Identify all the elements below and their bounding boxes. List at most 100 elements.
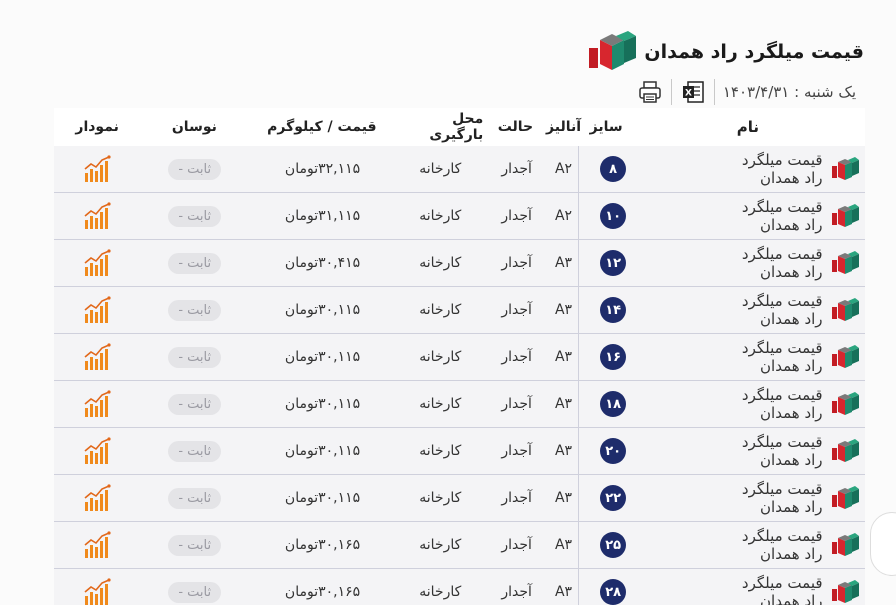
state-value: آجدار [501, 255, 532, 271]
bar-chart-icon[interactable] [83, 249, 111, 277]
price-cell: ۳۰,۱۶۵تومان [249, 522, 396, 568]
place-value: کارخانه [419, 302, 462, 318]
table-row[interactable]: قیمت میلگرد راد همدان ۲۵ A۳ آجدار کارخان… [54, 522, 865, 569]
trend-badge: ثابت - [168, 205, 222, 227]
size-cell: ۲۲ [578, 475, 632, 521]
bar-chart-icon[interactable] [83, 155, 111, 183]
product-icon-cell [825, 569, 865, 605]
bar-chart-icon[interactable] [83, 484, 111, 512]
size-cell: ۱۸ [578, 381, 632, 427]
state-value: آجدار [501, 537, 532, 553]
product-icon-cell [825, 428, 865, 474]
price-cell: ۳۰,۱۶۵تومان [249, 569, 396, 605]
table-row[interactable]: قیمت میلگرد راد همدان ۱۴ A۳ آجدار کارخان… [54, 287, 865, 334]
chart-cell[interactable] [54, 287, 140, 333]
price-cell: ۳۰,۱۱۵تومان [249, 475, 396, 521]
chart-cell[interactable] [54, 428, 140, 474]
size-badge: ۱۰ [600, 203, 627, 229]
size-badge: ۲۸ [600, 579, 627, 605]
product-name[interactable]: قیمت میلگرد راد همدان [720, 522, 825, 568]
product-name[interactable]: قیمت میلگرد راد همدان [720, 569, 825, 605]
size-badge: ۲۵ [600, 532, 627, 558]
price-value: ۳۰,۱۱۵تومان [284, 396, 361, 412]
place-value: کارخانه [419, 537, 462, 553]
print-button[interactable] [637, 79, 663, 105]
chart-cell[interactable] [54, 381, 140, 427]
bar-chart-icon[interactable] [83, 296, 111, 324]
chart-cell[interactable] [54, 240, 140, 286]
page-title: قیمت میلگرد راد همدان [644, 41, 864, 63]
trend-badge: ثابت - [168, 346, 222, 368]
table-row[interactable]: قیمت میلگرد راد همدان ۲۸ A۳ آجدار کارخان… [54, 569, 865, 605]
col-size[interactable]: سایز [580, 108, 633, 146]
chart-cell[interactable] [54, 334, 140, 380]
col-place[interactable]: محل بارگیری [395, 108, 483, 146]
analyze-value: A۳ [554, 349, 573, 365]
product-name[interactable]: قیمت میلگرد راد همدان [720, 193, 825, 239]
product-name[interactable]: قیمت میلگرد راد همدان [720, 287, 825, 333]
chart-cell[interactable] [54, 522, 140, 568]
date-label: یک شنبه : ۱۴۰۳/۴/۳۱ [722, 83, 856, 101]
trend-badge: ثابت - [168, 440, 222, 462]
size-cell: ۱۴ [578, 287, 632, 333]
col-state[interactable]: حالت [483, 108, 547, 146]
bar-chart-icon[interactable] [83, 578, 111, 605]
chart-cell[interactable] [54, 146, 140, 192]
product-name[interactable]: قیمت میلگرد راد همدان [720, 381, 825, 427]
price-value: ۳۰,۱۱۵تومان [284, 490, 361, 506]
size-cell: ۱۰ [578, 193, 632, 239]
col-price[interactable]: قیمت / کیلوگرم [248, 108, 395, 146]
table-row[interactable]: قیمت میلگرد راد همدان ۱۰ A۲ آجدار کارخان… [54, 193, 865, 240]
product-name[interactable]: قیمت میلگرد راد همدان [720, 240, 825, 286]
brand-logo [589, 31, 637, 70]
col-analyze[interactable]: آنالیز [546, 108, 581, 146]
col-chart[interactable]: نمودار [54, 108, 140, 146]
col-name[interactable]: نام [633, 108, 865, 146]
table-row[interactable]: قیمت میلگرد راد همدان ۱۸ A۳ آجدار کارخان… [54, 381, 865, 428]
trend-badge: ثابت - [168, 158, 222, 180]
trend-cell: ثابت - [140, 287, 249, 333]
table-row[interactable]: قیمت میلگرد راد همدان ۱۲ A۳ آجدار کارخان… [54, 240, 865, 287]
brand-logo-icon [831, 439, 859, 462]
size-badge: ۲۰ [600, 438, 627, 464]
table-row[interactable]: قیمت میلگرد راد همدان ۱۶ A۳ آجدار کارخان… [54, 334, 865, 381]
price-cell: ۳۱,۱۱۵تومان [249, 193, 396, 239]
trend-cell: ثابت - [140, 146, 249, 192]
support-button[interactable] [870, 512, 896, 576]
table-header: نام سایز آنالیز حالت محل بارگیری قیمت / … [54, 108, 865, 146]
trend-badge: ثابت - [168, 487, 222, 509]
product-name[interactable]: قیمت میلگرد راد همدان [720, 146, 825, 192]
place-value: کارخانه [419, 443, 462, 459]
size-badge: ۱۶ [600, 344, 627, 370]
place-value: کارخانه [419, 490, 462, 506]
product-name[interactable]: قیمت میلگرد راد همدان [720, 334, 825, 380]
chart-cell[interactable] [54, 475, 140, 521]
table-row[interactable]: قیمت میلگرد راد همدان ۲۲ A۳ آجدار کارخان… [54, 475, 865, 522]
table-row[interactable]: قیمت میلگرد راد همدان ۸ A۲ آجدار کارخانه… [54, 146, 865, 193]
place-value: کارخانه [419, 161, 462, 177]
product-name[interactable]: قیمت میلگرد راد همدان [720, 475, 825, 521]
analyze-value: A۳ [554, 396, 573, 412]
bar-chart-icon[interactable] [83, 437, 111, 465]
trend-badge: ثابت - [168, 534, 222, 556]
table-row[interactable]: قیمت میلگرد راد همدان ۲۰ A۳ آجدار کارخان… [54, 428, 865, 475]
trend-cell: ثابت - [140, 428, 249, 474]
toolbar-divider [713, 79, 715, 105]
date-toolbar: یک شنبه : ۱۴۰۳/۴/۳۱ X [637, 79, 856, 105]
analyze-value: A۳ [554, 255, 573, 271]
excel-export-button[interactable]: X [680, 79, 706, 105]
bar-chart-icon[interactable] [83, 531, 111, 559]
product-name[interactable]: قیمت میلگرد راد همدان [720, 428, 825, 474]
col-trend[interactable]: نوسان [140, 108, 248, 146]
state-value: آجدار [501, 584, 532, 600]
chart-cell[interactable] [54, 193, 140, 239]
bar-chart-icon[interactable] [83, 343, 111, 371]
bar-chart-icon[interactable] [83, 390, 111, 418]
bar-chart-icon[interactable] [83, 202, 111, 230]
chart-cell[interactable] [54, 569, 140, 605]
